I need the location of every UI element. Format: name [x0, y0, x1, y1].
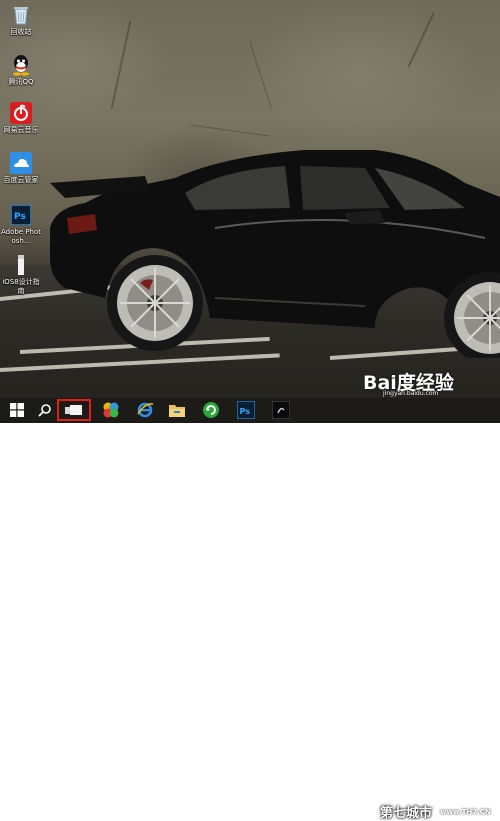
th7-watermark: 第七城市 www.TH7.CN	[380, 800, 500, 821]
taskbar-media-app[interactable]	[270, 400, 292, 420]
taskbar-green-app[interactable]	[200, 400, 222, 420]
taskbar: Ps 第七城市 www.TH7.CN	[0, 398, 500, 821]
desktop-icon-label: 腾讯QQ	[8, 78, 34, 86]
baidu-jingyan-watermark: Bai度经验 jingyan.baidu.com	[363, 368, 499, 398]
baidu-cloud-icon	[10, 152, 32, 174]
desktop-icon-label: Adobe Photosh...	[0, 228, 42, 245]
taskbar-file-explorer[interactable]	[166, 400, 188, 420]
photoshop-icon: Ps	[10, 204, 32, 226]
ios8-design-file-icon	[10, 254, 32, 276]
internet-explorer-icon	[137, 402, 154, 418]
desktop-icon-label: 回收站	[10, 28, 32, 36]
th7-url-text: www.TH7.CN	[440, 808, 491, 816]
task-view-icon	[65, 405, 82, 415]
search-button[interactable]	[34, 400, 56, 420]
desktop-icon-netease-music[interactable]: 网易云音乐	[0, 102, 42, 135]
desktop-icon-label: 网易云音乐	[3, 126, 39, 134]
search-icon	[38, 404, 51, 417]
recycle-bin-icon	[10, 4, 32, 26]
desktop-icon-label: iOS8设计指南	[2, 278, 40, 295]
desktop-icon-label: 百度云管家	[3, 176, 39, 184]
taskbar-app-colorful[interactable]	[100, 400, 122, 420]
taskbar-photoshop[interactable]: Ps	[235, 400, 257, 420]
file-explorer-icon	[169, 405, 185, 417]
baidu-url-text: jingyan.baidu.com	[383, 390, 439, 397]
photoshop-taskbar-icon: Ps	[237, 401, 255, 419]
desktop-icon-qq[interactable]: 腾讯QQ	[0, 54, 42, 87]
sports-car-image	[50, 150, 500, 358]
svg-text:Ps: Ps	[240, 407, 251, 416]
desktop-icon-photoshop[interactable]: Ps Adobe Photosh...	[0, 204, 42, 246]
th7-chinese-text: 第七城市	[380, 806, 433, 821]
desktop-icon-baidu-cloud[interactable]: 百度云管家	[0, 152, 42, 185]
desktop-icon-ios8-guide[interactable]: iOS8设计指南	[0, 254, 42, 296]
qq-icon	[10, 54, 32, 76]
svg-text:Ps: Ps	[14, 212, 26, 222]
app-colorful-icon	[103, 402, 119, 418]
desktop-wallpaper	[0, 0, 500, 423]
green-refresh-app-icon	[203, 402, 219, 418]
media-app-icon	[272, 401, 290, 419]
task-view-button[interactable]	[57, 399, 91, 421]
netease-music-icon	[10, 102, 32, 124]
desktop-icon-recycle-bin[interactable]: 回收站	[0, 4, 42, 37]
start-windows-icon	[10, 403, 24, 417]
start-button[interactable]	[6, 400, 28, 420]
taskbar-internet-explorer[interactable]	[134, 400, 156, 420]
